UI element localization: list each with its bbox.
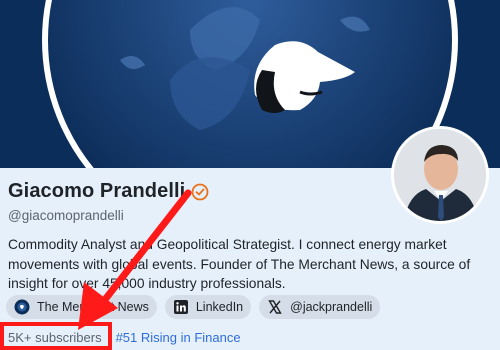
chip-label: The Merchant News (37, 300, 149, 314)
chip-merchant-news[interactable]: The Merchant News (6, 295, 157, 319)
merchant-news-logo-icon (14, 299, 30, 315)
profile-avatar[interactable] (391, 126, 489, 224)
ranking-link[interactable]: #51 Rising in Finance (116, 330, 241, 345)
linkedin-icon (173, 300, 188, 314)
verified-badge-icon (191, 183, 209, 200)
profile-handle: @giacomoprandelli (8, 208, 124, 223)
chip-label: @jackprandelli (290, 300, 373, 314)
profile-name: Giacomo Prandelli (8, 180, 186, 202)
link-chips: The Merchant News LinkedIn @jackprandell… (6, 295, 381, 319)
chip-x-handle[interactable]: @jackprandelli (259, 295, 381, 319)
person-photo-icon (394, 129, 486, 221)
chip-linkedin[interactable]: LinkedIn (164, 295, 252, 319)
x-icon (268, 300, 282, 314)
chip-label: LinkedIn (195, 300, 244, 314)
profile-bio: Commodity Analyst and Geopolitical Strat… (8, 237, 471, 291)
name-row: Giacomo Prandelli (8, 180, 209, 203)
